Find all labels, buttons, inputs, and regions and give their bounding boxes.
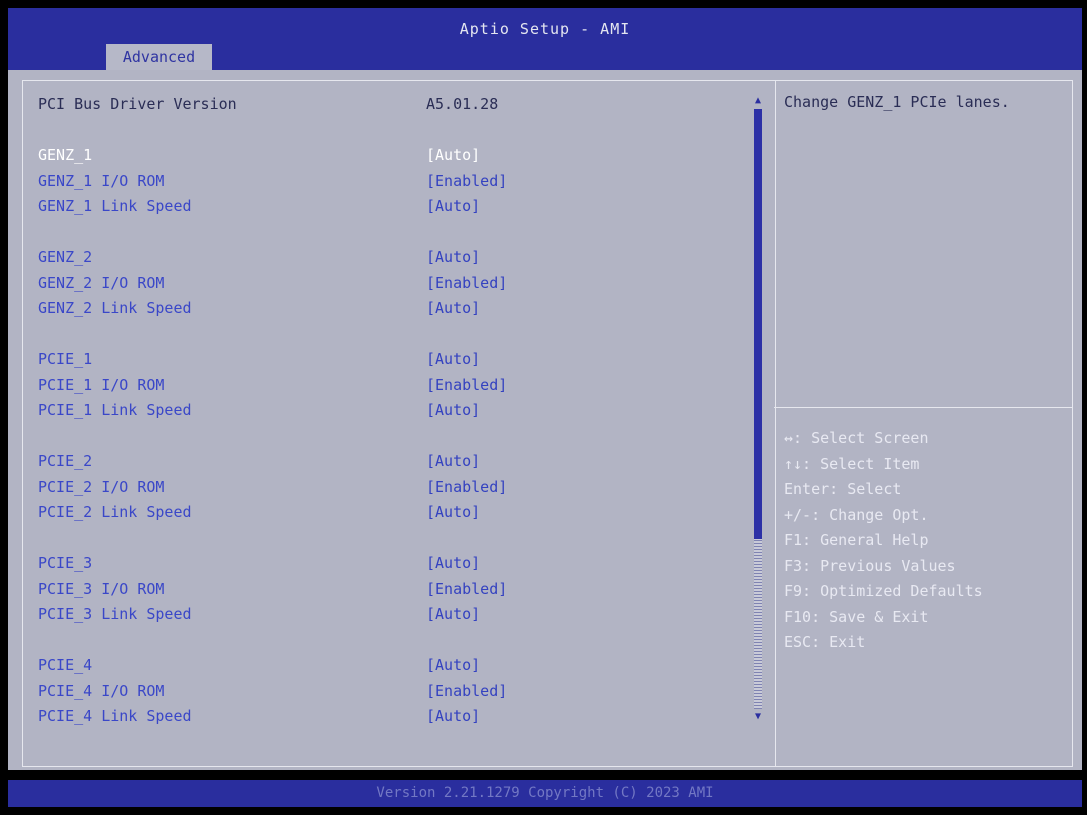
setting-row-pcie2[interactable]: PCIE_2 [Auto]	[38, 449, 738, 473]
driver-version-value: A5.01.28	[426, 95, 499, 113]
scroll-up-arrow-icon[interactable]: ▲	[752, 95, 764, 107]
setting-row-genz1-io-rom[interactable]: GENZ_1 I/O ROM [Enabled]	[38, 169, 738, 193]
help-description: Change GENZ_1 PCIe lanes.	[784, 93, 1010, 111]
tab-advanced[interactable]: Advanced	[106, 44, 212, 70]
setting-label: GENZ_1 Link Speed	[38, 197, 192, 215]
driver-version-row: PCI Bus Driver Version A5.01.28	[38, 92, 738, 116]
main-area: PCI Bus Driver Version A5.01.28 GENZ_1 […	[8, 70, 1082, 770]
setting-label: PCIE_3	[38, 554, 93, 572]
setting-value[interactable]: [Auto]	[426, 704, 480, 728]
setting-value[interactable]: [Auto]	[426, 551, 480, 575]
setting-label: PCIE_4 Link Speed	[38, 707, 192, 725]
setting-label: GENZ_2 I/O ROM	[38, 273, 165, 292]
setting-label: PCIE_1 I/O ROM	[38, 375, 165, 394]
key-hint: ↑↓: Select Item	[784, 454, 920, 473]
setting-label: PCIE_4	[38, 656, 93, 674]
setting-label: PCIE_1	[38, 350, 93, 368]
setting-row-pcie1-io-rom[interactable]: PCIE_1 I/O ROM [Enabled]	[38, 373, 738, 397]
setting-value[interactable]: [Enabled]	[426, 679, 507, 703]
setting-value[interactable]: [Auto]	[426, 449, 480, 473]
setting-label: GENZ_2	[38, 248, 93, 266]
setting-label: PCIE_2 I/O ROM	[38, 477, 165, 496]
setting-value[interactable]: [Enabled]	[426, 475, 507, 499]
version-copyright: Version 2.21.1279 Copyright (C) 2023 AMI	[376, 785, 714, 801]
key-hint: ESC: Exit	[784, 633, 866, 651]
bios-screen: Aptio Setup - AMI Advanced PCI Bus Drive…	[0, 0, 1087, 815]
key-hint: F9: Optimized Defaults	[784, 582, 983, 600]
key-hint: F10: Save & Exit	[784, 607, 929, 626]
setting-row-pcie1-link-speed[interactable]: PCIE_1 Link Speed [Auto]	[38, 398, 738, 422]
setting-row-pcie3[interactable]: PCIE_3 [Auto]	[38, 551, 738, 575]
key-hint: Enter: Select	[784, 480, 902, 498]
footer-bar: Version 2.21.1279 Copyright (C) 2023 AMI	[8, 780, 1082, 807]
setting-value[interactable]: [Auto]	[426, 194, 480, 218]
setting-label: PCIE_3 Link Speed	[38, 605, 192, 623]
setting-row-pcie4[interactable]: PCIE_4 [Auto]	[38, 653, 738, 677]
scrollbar[interactable]: ▲ ▼	[752, 95, 764, 723]
setting-value[interactable]: [Auto]	[426, 500, 480, 524]
key-hint: F3: Previous Values	[784, 556, 956, 575]
setting-row-pcie2-io-rom[interactable]: PCIE_2 I/O ROM [Enabled]	[38, 475, 738, 499]
setting-row-pcie4-io-rom[interactable]: PCIE_4 I/O ROM [Enabled]	[38, 679, 738, 703]
setting-value[interactable]: [Auto]	[426, 398, 480, 422]
help-divider	[774, 407, 1072, 408]
setting-value[interactable]: [Enabled]	[426, 577, 507, 601]
setting-row-genz2-link-speed[interactable]: GENZ_2 Link Speed [Auto]	[38, 296, 738, 320]
setting-value[interactable]: [Auto]	[426, 653, 480, 677]
setting-label: PCIE_4 I/O ROM	[38, 681, 165, 700]
setting-label: GENZ_1	[38, 146, 93, 164]
setting-label: GENZ_2 Link Speed	[38, 299, 192, 317]
setting-label: PCIE_2 Link Speed	[38, 503, 192, 521]
scroll-track[interactable]	[754, 109, 762, 709]
scroll-thumb[interactable]	[754, 109, 762, 539]
setting-row-pcie2-link-speed[interactable]: PCIE_2 Link Speed [Auto]	[38, 500, 738, 524]
key-hint: F1: General Help	[784, 531, 929, 549]
setting-label: GENZ_1 I/O ROM	[38, 171, 165, 190]
setting-value[interactable]: [Auto]	[426, 143, 480, 167]
setting-row-pcie3-link-speed[interactable]: PCIE_3 Link Speed [Auto]	[38, 602, 738, 626]
help-panel	[774, 80, 1073, 767]
setting-row-pcie3-io-rom[interactable]: PCIE_3 I/O ROM [Enabled]	[38, 577, 738, 601]
setting-value[interactable]: [Enabled]	[426, 169, 507, 193]
setting-value[interactable]: [Auto]	[426, 245, 480, 269]
setting-label: PCIE_2	[38, 452, 93, 470]
setting-row-genz1[interactable]: GENZ_1 [Auto]	[38, 143, 738, 167]
setting-row-genz1-link-speed[interactable]: GENZ_1 Link Speed [Auto]	[38, 194, 738, 218]
setting-value[interactable]: [Auto]	[426, 296, 480, 320]
setting-row-pcie1[interactable]: PCIE_1 [Auto]	[38, 347, 738, 371]
key-hint: ↔: Select Screen	[784, 429, 929, 447]
header-bar: Aptio Setup - AMI Advanced	[8, 8, 1082, 70]
setting-value[interactable]: [Auto]	[426, 602, 480, 626]
key-hint: +/-: Change Opt.	[784, 505, 929, 524]
driver-version-label: PCI Bus Driver Version	[38, 95, 237, 113]
setting-label: PCIE_1 Link Speed	[38, 401, 192, 419]
app-title: Aptio Setup - AMI	[459, 20, 631, 38]
scroll-down-arrow-icon[interactable]: ▼	[752, 711, 764, 723]
setting-value[interactable]: [Enabled]	[426, 373, 507, 397]
setting-row-genz2-io-rom[interactable]: GENZ_2 I/O ROM [Enabled]	[38, 271, 738, 295]
setting-row-pcie4-link-speed[interactable]: PCIE_4 Link Speed [Auto]	[38, 704, 738, 728]
key-legend: ↔: Select Screen ↑↓: Select Item Enter: …	[784, 426, 1064, 656]
setting-value[interactable]: [Auto]	[426, 347, 480, 371]
setting-row-genz2[interactable]: GENZ_2 [Auto]	[38, 245, 738, 269]
setting-value[interactable]: [Enabled]	[426, 271, 507, 295]
setting-label: PCIE_3 I/O ROM	[38, 579, 165, 598]
